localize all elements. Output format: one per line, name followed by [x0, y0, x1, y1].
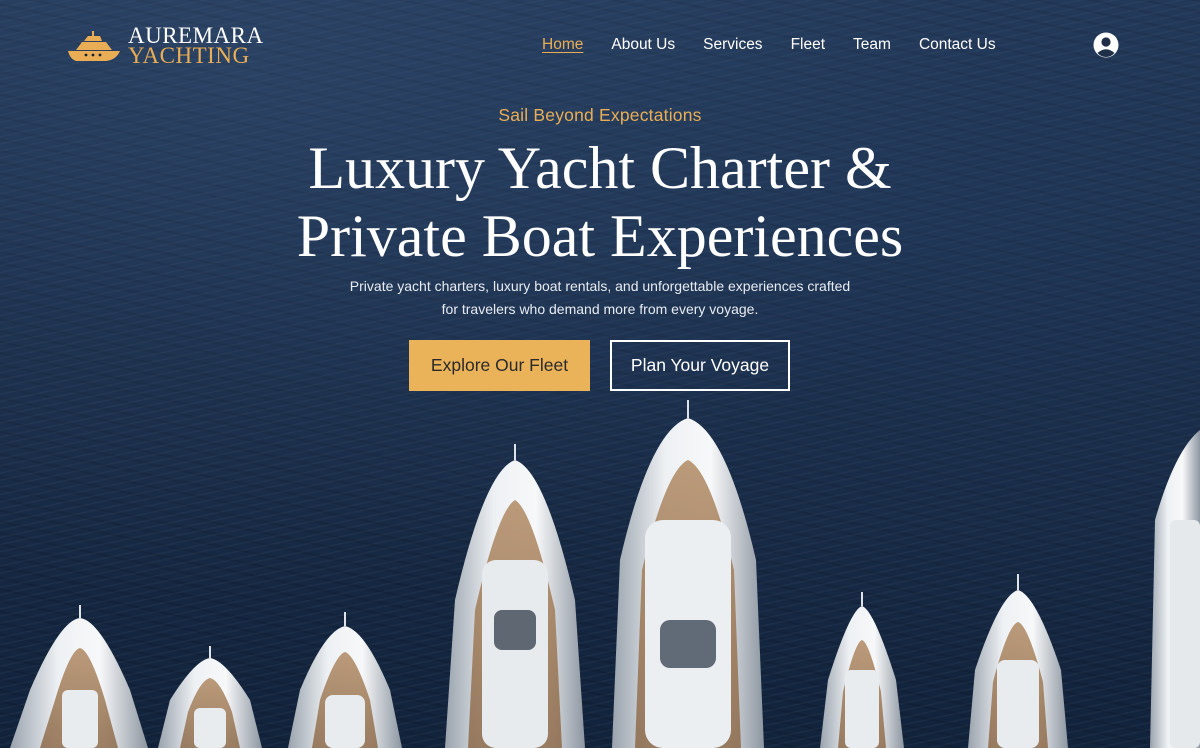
site-header: AUREMARA YACHTING Home About Us Services…	[0, 0, 1200, 90]
brand-wordmark: AUREMARA YACHTING	[128, 24, 264, 68]
nav-link-about-us[interactable]: About Us	[611, 36, 675, 54]
yacht-shape	[1150, 430, 1200, 748]
hero-description-line2: for travelers who demand more from every…	[441, 301, 759, 317]
nav-link-home[interactable]: Home	[542, 36, 583, 54]
hero-headline-line1: Luxury Yacht Charter &	[308, 135, 892, 201]
hero-headline: Luxury Yacht Charter & Private Boat Expe…	[200, 134, 1000, 270]
hero-description: Private yacht charters, luxury boat rent…	[300, 275, 900, 321]
brand-name-line2: YACHTING	[128, 43, 250, 68]
hero-tagline: Sail Beyond Expectations	[498, 105, 702, 125]
yacht-shape	[445, 460, 585, 748]
brand-logo[interactable]: AUREMARA YACHTING	[66, 22, 276, 70]
yacht-shape	[158, 658, 262, 748]
yacht-shape	[968, 590, 1068, 748]
user-avatar-icon[interactable]	[1093, 32, 1119, 58]
explore-fleet-button[interactable]: Explore Our Fleet	[409, 340, 590, 391]
yacht-shape	[10, 618, 148, 748]
yacht-shape	[820, 606, 904, 748]
main-nav: Home About Us Services Fleet Team Contac…	[542, 36, 1024, 54]
nav-link-team[interactable]: Team	[853, 36, 891, 54]
yacht-icon	[68, 31, 120, 61]
yacht-shape	[288, 626, 402, 748]
hero-description-line1: Private yacht charters, luxury boat rent…	[349, 278, 851, 294]
plan-voyage-button[interactable]: Plan Your Voyage	[610, 340, 790, 391]
hero-headline-line2: Private Boat Experiences	[296, 203, 904, 269]
nav-link-contact-us[interactable]: Contact Us	[919, 36, 996, 54]
nav-link-fleet[interactable]: Fleet	[791, 36, 825, 54]
yacht-shape	[612, 418, 764, 748]
nav-link-services[interactable]: Services	[703, 36, 762, 54]
